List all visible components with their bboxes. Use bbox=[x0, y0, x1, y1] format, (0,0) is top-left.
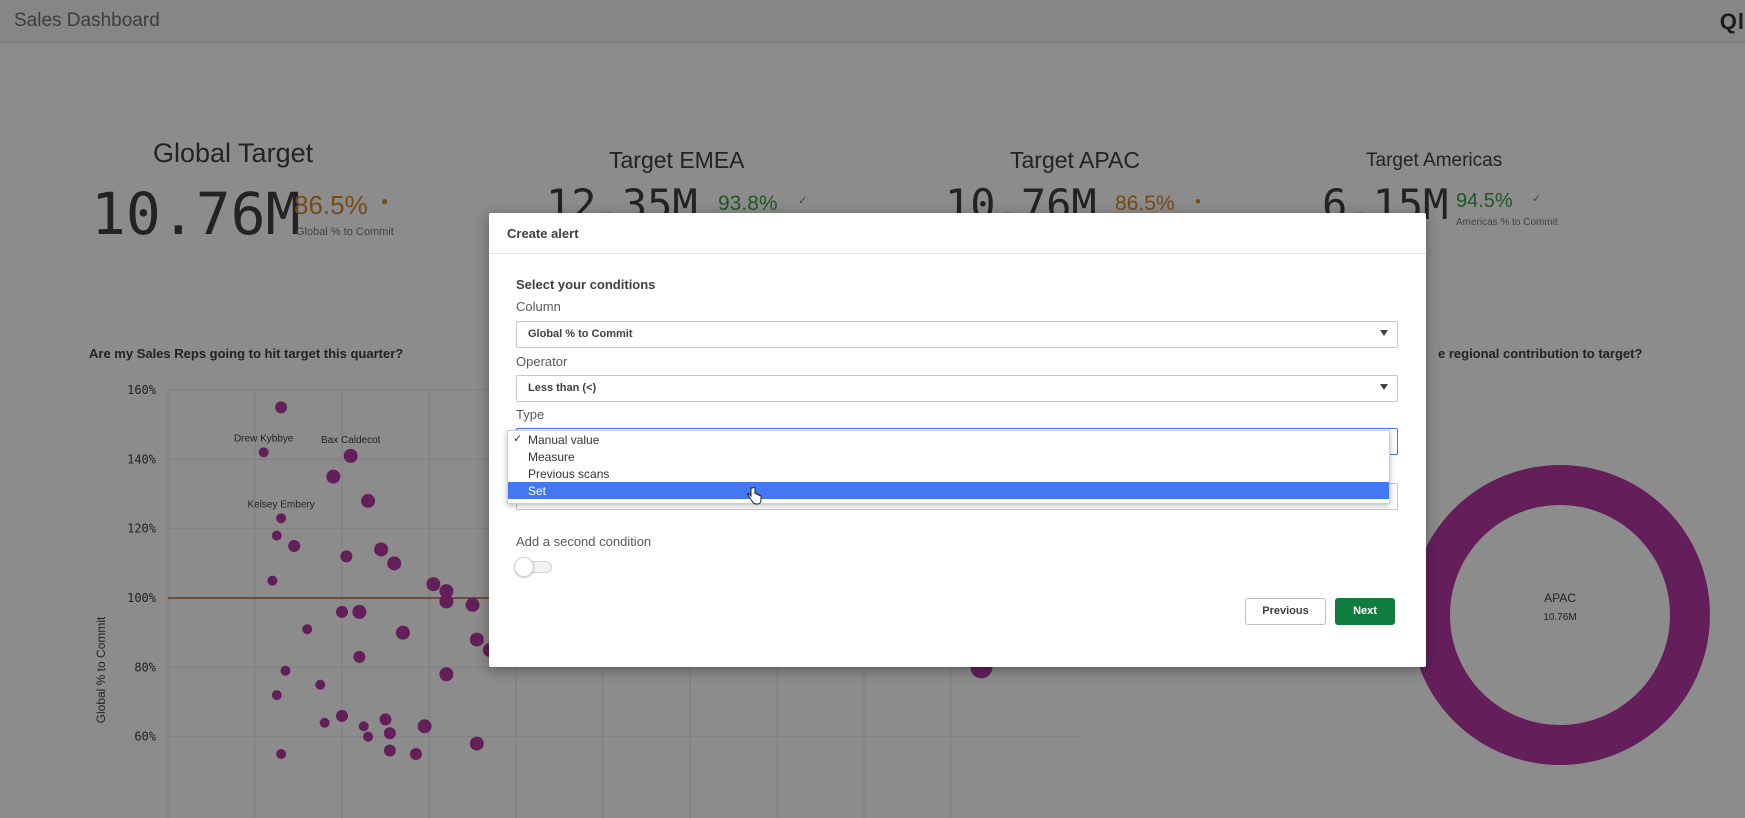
create-alert-dialog: Create alert Select your conditions Colu… bbox=[489, 213, 1426, 667]
column-label: Column bbox=[516, 299, 561, 314]
hand-cursor-icon bbox=[747, 487, 762, 505]
operator-label: Operator bbox=[516, 354, 568, 369]
chevron-down-icon bbox=[1380, 384, 1388, 390]
type-dropdown-list: ✓ Manual value Measure Previous scans Se… bbox=[507, 430, 1390, 504]
option-label: Manual value bbox=[528, 433, 600, 447]
dialog-title: Create alert bbox=[507, 226, 579, 241]
column-select[interactable]: Global % to Commit bbox=[516, 321, 1398, 348]
next-button[interactable]: Next bbox=[1335, 598, 1395, 625]
second-condition-toggle[interactable] bbox=[514, 557, 552, 577]
operator-select-value: Less than (<) bbox=[528, 382, 597, 394]
option-label: Previous scans bbox=[528, 467, 610, 481]
type-option-measure[interactable]: Measure bbox=[508, 448, 1389, 465]
dialog-header: Create alert bbox=[489, 213, 1426, 254]
type-option-set[interactable]: Set bbox=[508, 482, 1389, 499]
previous-button[interactable]: Previous bbox=[1245, 598, 1326, 625]
chevron-down-icon bbox=[1380, 330, 1388, 336]
operator-select[interactable]: Less than (<) bbox=[516, 375, 1398, 402]
section-heading: Select your conditions bbox=[516, 277, 656, 292]
type-label: Type bbox=[516, 407, 545, 422]
checkmark-icon: ✓ bbox=[513, 433, 523, 445]
option-label: Measure bbox=[528, 450, 575, 464]
second-condition-label: Add a second condition bbox=[516, 534, 652, 549]
option-label: Set bbox=[528, 484, 547, 498]
type-option-previous-scans[interactable]: Previous scans bbox=[508, 465, 1389, 482]
column-select-value: Global % to Commit bbox=[528, 328, 633, 340]
toggle-knob bbox=[514, 557, 534, 577]
type-option-manual-value[interactable]: ✓ Manual value bbox=[508, 431, 1389, 448]
